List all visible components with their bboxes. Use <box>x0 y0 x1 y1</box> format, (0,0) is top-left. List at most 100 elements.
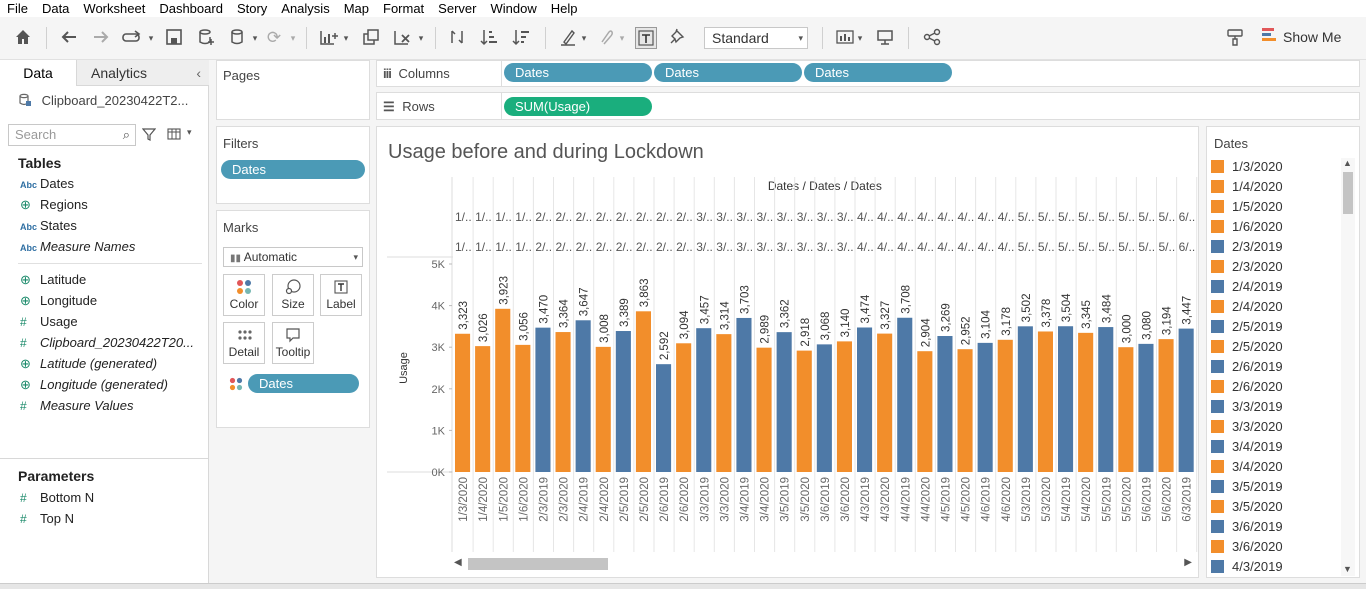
menu-item-map[interactable]: Map <box>337 1 376 16</box>
scroll-right-icon[interactable]: ▶ <box>1184 557 1192 568</box>
legend-scrollbar[interactable]: ▲ ▼ <box>1341 158 1355 576</box>
scrollbar-thumb[interactable] <box>468 558 608 570</box>
pause-datasource-icon[interactable] <box>227 27 249 49</box>
format-painter-icon[interactable] <box>1224 27 1246 49</box>
legend-item[interactable]: 2/3/2020 <box>1211 259 1283 279</box>
columns-pill[interactable]: Dates <box>804 63 952 82</box>
chevron-down-icon[interactable]: ▾ <box>250 27 260 49</box>
menu-item-worksheet[interactable]: Worksheet <box>76 1 152 16</box>
filter-pill[interactable]: Dates <box>221 160 365 179</box>
chevron-down-icon[interactable]: ▾ <box>288 27 298 49</box>
chevron-down-icon[interactable]: ▾ <box>579 27 589 49</box>
legend-item[interactable]: 1/4/2020 <box>1211 179 1283 199</box>
menu-item-story[interactable]: Story <box>230 1 274 16</box>
scroll-up-icon[interactable]: ▲ <box>1343 158 1352 168</box>
legend-item[interactable]: 2/5/2019 <box>1211 319 1283 339</box>
field-item[interactable]: Abc Measure Names <box>20 239 135 259</box>
duplicate-icon[interactable] <box>360 27 382 49</box>
legend-item[interactable]: 3/5/2020 <box>1211 499 1283 519</box>
legend-item[interactable]: 3/6/2020 <box>1211 539 1283 559</box>
field-item[interactable]: Abc States <box>20 218 77 238</box>
swap-rows-columns-icon[interactable] <box>446 27 468 49</box>
legend-item[interactable]: 2/6/2019 <box>1211 359 1283 379</box>
legend-item[interactable]: 1/5/2020 <box>1211 199 1283 219</box>
columns-shelf[interactable]: iii Columns Dates Dates Dates <box>376 60 1360 87</box>
sort-descending-icon[interactable] <box>510 27 532 49</box>
field-item[interactable]: ⊕ Latitude (generated) <box>20 356 157 376</box>
tooltip-button[interactable]: Tooltip <box>272 322 314 364</box>
presentation-mode-icon[interactable] <box>874 27 896 49</box>
field-item[interactable]: ⊕ Longitude (generated) <box>20 377 168 397</box>
view-data-icon[interactable] <box>167 127 181 141</box>
legend-item[interactable]: 1/6/2020 <box>1211 219 1283 239</box>
datasource-item[interactable]: Clipboard_20230422T2... <box>18 93 188 108</box>
chevron-down-icon[interactable]: ▾ <box>855 27 865 49</box>
chevron-down-icon[interactable]: ▾ <box>617 27 627 49</box>
show-me-button[interactable]: Show Me <box>1283 29 1341 45</box>
rows-pill[interactable]: SUM(Usage) <box>504 97 652 116</box>
menu-item-window[interactable]: Window <box>483 1 543 16</box>
label-button[interactable]: Label <box>320 274 362 316</box>
tab-analytics[interactable]: Analytics ‹ <box>76 60 209 86</box>
highlight-icon[interactable] <box>557 27 579 49</box>
fix-axes-pin-icon[interactable] <box>666 27 688 49</box>
sort-ascending-icon[interactable] <box>478 27 500 49</box>
chevron-down-icon[interactable]: ▾ <box>416 27 426 49</box>
field-item[interactable]: # Usage <box>20 314 78 334</box>
parameter-item[interactable]: # Bottom N <box>20 490 94 510</box>
legend-item[interactable]: 2/4/2019 <box>1211 279 1283 299</box>
field-item[interactable]: ⊕ Regions <box>20 197 88 217</box>
field-item[interactable]: Abc Dates <box>20 176 74 196</box>
legend-item[interactable]: 4/3/2019 <box>1211 559 1283 579</box>
field-item[interactable]: # Measure Values <box>20 398 133 418</box>
field-item[interactable]: # Clipboard_20230422T20... <box>20 335 194 355</box>
legend-item[interactable]: 3/4/2020 <box>1211 459 1283 479</box>
color-dates-pill[interactable]: Dates <box>248 374 359 393</box>
chevron-down-icon[interactable]: ▾ <box>341 27 351 49</box>
menu-item-file[interactable]: File <box>0 1 35 16</box>
mark-type-dropdown[interactable]: ▮▮ Automatic ▾ <box>223 247 363 267</box>
show-mark-labels-icon[interactable] <box>635 27 657 49</box>
show-cards-icon[interactable] <box>835 27 857 49</box>
new-worksheet-icon[interactable] <box>318 27 340 49</box>
menu-item-data[interactable]: Data <box>35 1 76 16</box>
chevron-down-icon[interactable]: ▾ <box>187 127 192 138</box>
size-button[interactable]: Size <box>272 274 314 316</box>
legend-item[interactable]: 2/6/2020 <box>1211 379 1283 399</box>
legend-item[interactable]: 3/3/2020 <box>1211 419 1283 439</box>
refresh-icon[interactable]: ⟳ <box>263 27 285 49</box>
menu-item-server[interactable]: Server <box>431 1 483 16</box>
replay-icon[interactable] <box>120 27 142 49</box>
legend-item[interactable]: 2/5/2020 <box>1211 339 1283 359</box>
legend-scrollbar-thumb[interactable] <box>1343 172 1353 214</box>
horizontal-scrollbar[interactable]: ◀ ▶ <box>454 556 1192 572</box>
field-item[interactable]: ⊕ Longitude <box>20 293 97 313</box>
detail-button[interactable]: Detail <box>223 322 265 364</box>
legend-item[interactable]: 2/4/2020 <box>1211 299 1283 319</box>
legend-item[interactable]: 1/3/2020 <box>1211 159 1283 179</box>
parameter-item[interactable]: # Top N <box>20 511 74 531</box>
rows-shelf[interactable]: ☰ Rows SUM(Usage) <box>376 92 1360 120</box>
tab-data[interactable]: Data <box>0 60 76 86</box>
new-datasource-icon[interactable] <box>195 27 217 49</box>
collapse-pane-icon[interactable]: ‹ <box>196 60 201 86</box>
legend-item[interactable]: 3/5/2019 <box>1211 479 1283 499</box>
scroll-left-icon[interactable]: ◀ <box>454 557 462 568</box>
save-icon[interactable] <box>163 27 185 49</box>
field-search-input[interactable]: Search ⌕ <box>8 124 136 146</box>
columns-pill[interactable]: Dates <box>504 63 652 82</box>
field-item[interactable]: ⊕ Latitude <box>20 272 86 292</box>
menu-item-format[interactable]: Format <box>376 1 431 16</box>
pages-shelf[interactable]: Pages <box>216 60 370 120</box>
filter-icon[interactable] <box>141 127 157 141</box>
menu-item-analysis[interactable]: Analysis <box>274 1 336 16</box>
home-icon[interactable] <box>12 27 34 49</box>
legend-item[interactable]: 3/6/2019 <box>1211 519 1283 539</box>
clear-sheet-icon[interactable] <box>392 27 414 49</box>
legend-item[interactable]: 3/4/2019 <box>1211 439 1283 459</box>
fit-dropdown[interactable]: Standard ▾ <box>704 27 808 49</box>
undo-icon[interactable] <box>58 27 80 49</box>
redo-icon[interactable] <box>90 27 112 49</box>
legend-item[interactable]: 3/3/2019 <box>1211 399 1283 419</box>
show-me-icon[interactable] <box>1262 27 1278 43</box>
